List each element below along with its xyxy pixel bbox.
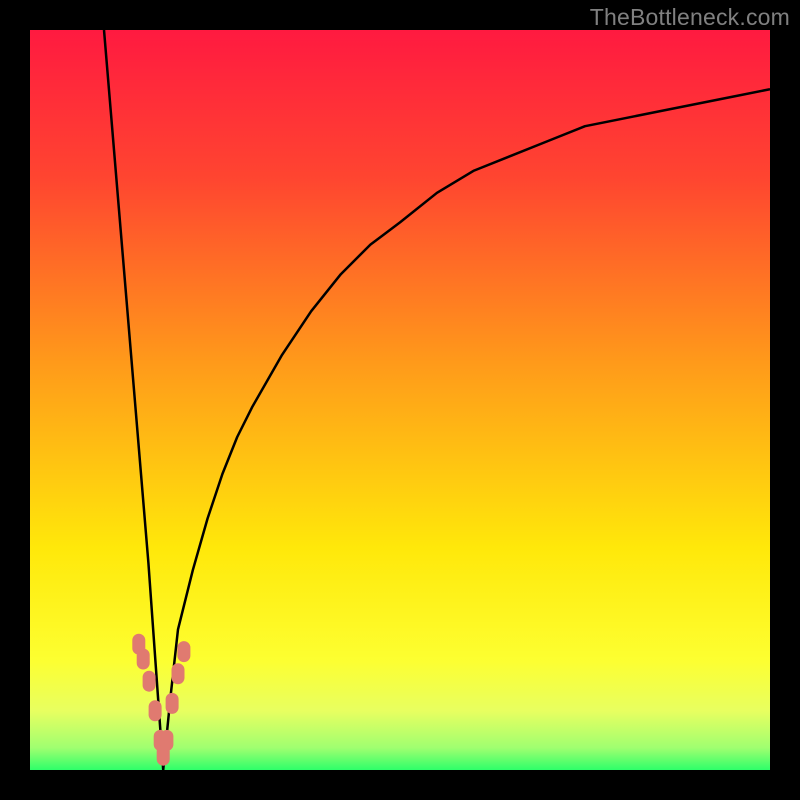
data-marker — [161, 730, 173, 750]
data-marker — [137, 649, 149, 669]
chart-frame: TheBottleneck.com — [0, 0, 800, 800]
data-marker — [178, 642, 190, 662]
plot-area — [30, 30, 770, 770]
bottleneck-curve — [104, 30, 770, 770]
watermark-text: TheBottleneck.com — [590, 4, 790, 31]
data-marker — [172, 664, 184, 684]
data-marker — [143, 671, 155, 691]
data-marker — [166, 693, 178, 713]
data-marker — [149, 701, 161, 721]
chart-svg — [30, 30, 770, 770]
